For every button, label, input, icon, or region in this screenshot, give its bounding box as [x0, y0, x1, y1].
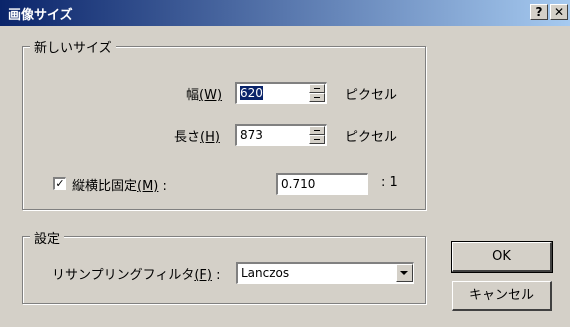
ok-button[interactable]: OK [451, 241, 553, 273]
aspect-ratio-value: 0.710 [281, 177, 316, 191]
settings-group-label: 設定 [30, 228, 65, 247]
title-bar: 画像サイズ ? ✕ [0, 0, 570, 26]
height-unit: ピクセル [345, 130, 398, 145]
filter-label: リサンプリングフィルタ(F) : [52, 268, 221, 283]
checkmark-icon: ✓ [55, 177, 65, 190]
width-unit: ピクセル [345, 88, 398, 103]
height-spin-down[interactable] [309, 135, 325, 144]
width-label: 幅(W) [186, 88, 223, 103]
aspect-ratio-suffix: : 1 [381, 175, 398, 190]
close-icon: ✕ [553, 5, 565, 19]
width-spin-up[interactable] [309, 84, 325, 93]
height-spin-up[interactable] [309, 126, 325, 135]
height-mnemonic: (H) [200, 130, 220, 145]
height-spinner[interactable] [309, 126, 325, 144]
width-value: 620 [240, 86, 263, 100]
filter-selected-value: Lanczos [241, 266, 290, 280]
aspect-ratio-input[interactable]: 0.710 [276, 173, 368, 195]
filter-mnemonic: (F) [194, 268, 212, 283]
aspect-lock-label[interactable]: 縦横比固定(M) : [72, 175, 167, 194]
aspect-mnemonic: (M) [137, 179, 159, 194]
window-title: 画像サイズ [8, 8, 73, 23]
filter-colon: : [216, 268, 221, 283]
aspect-lock-checkbox[interactable]: ✓ [53, 177, 66, 190]
height-value: 873 [240, 128, 263, 142]
width-spin-down[interactable] [309, 93, 325, 102]
cancel-button[interactable]: キャンセル [452, 281, 552, 311]
width-mnemonic: (W) [199, 88, 223, 103]
help-button[interactable]: ? [530, 4, 548, 20]
close-button[interactable]: ✕ [550, 4, 568, 20]
height-label: 長さ(H) [174, 130, 220, 145]
width-spinner[interactable] [309, 84, 325, 102]
chevron-down-icon[interactable] [396, 264, 413, 282]
help-icon: ? [535, 5, 543, 19]
filter-select[interactable]: Lanczos [236, 262, 414, 284]
new-size-group-label: 新しいサイズ [30, 37, 116, 56]
aspect-colon: : [162, 179, 167, 194]
